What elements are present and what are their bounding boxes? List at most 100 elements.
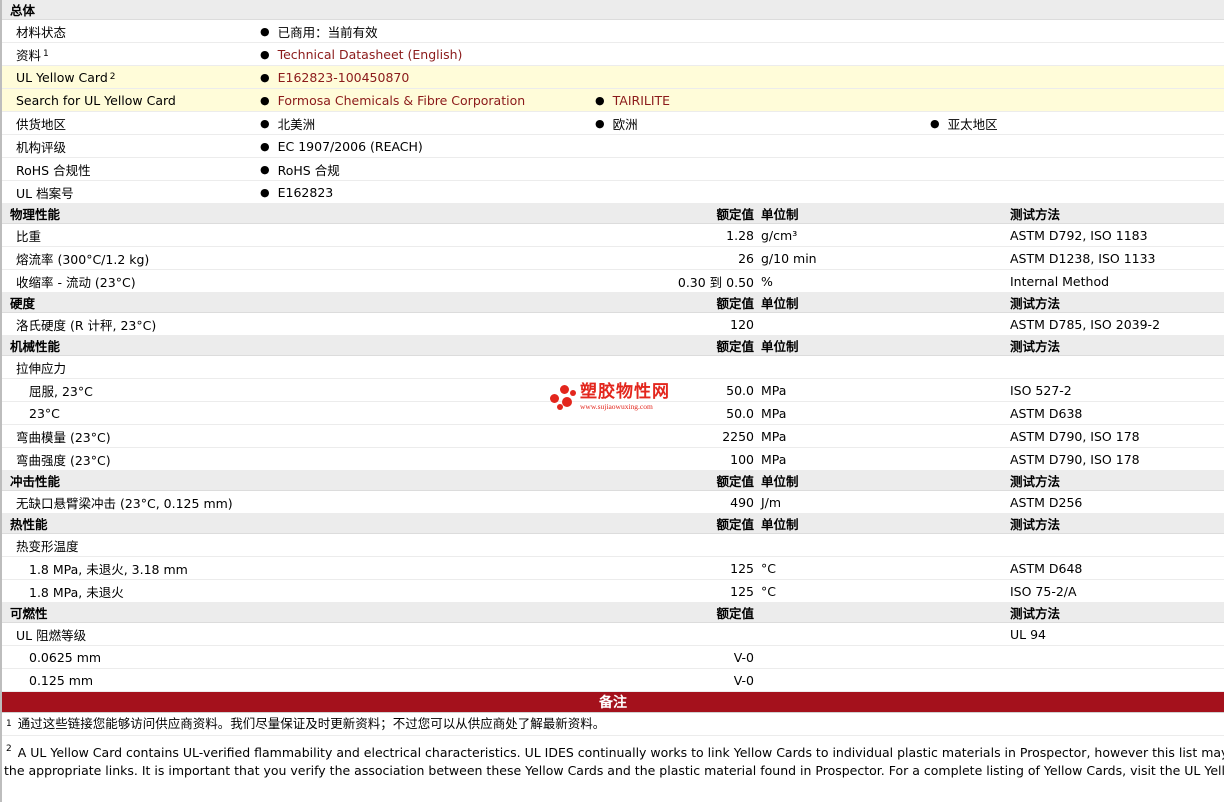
row-label-text: UL 档案号 <box>16 185 74 201</box>
header-nominal: 额定值 <box>716 296 754 311</box>
property-row: 弯曲强度 (23°C) 100 MPa ASTM D790, ISO 178 <box>2 448 1224 471</box>
property-label: 无缺口悬臂梁冲击 (23°C, 0.125 mm) <box>16 495 233 511</box>
property-row: 收缩率 - 流动 (23°C) 0.30 到 0.50% Internal Meth… <box>2 270 1224 293</box>
property-label: 收缩率 - 流动 (23°C) <box>16 274 136 290</box>
header-method: 测试方法 <box>1010 474 1061 489</box>
notes-section: 备注 1 通过这些链接您能够访问供应商资料。我们尽量保证及时更新资料；不过您可以… <box>2 692 1224 780</box>
property-method: Internal Method <box>1010 273 1110 289</box>
watermark-url: www.sujiaowuxing.com <box>580 402 653 411</box>
general-row: 供货地区 ● 北美洲 ● 欧洲 ● 亚太地区 <box>2 112 1224 135</box>
header-nominal: 额定值 <box>716 474 754 489</box>
bullet-icon: ● <box>595 93 605 107</box>
section-header-general: 总体 <box>2 0 1224 20</box>
row-label: RoHS 合规性 <box>16 158 91 180</box>
property-unit: MPa <box>761 428 787 444</box>
bullet-icon: ● <box>260 93 270 107</box>
bullet-icon: ● <box>260 47 270 61</box>
properties-sections: 物理性能 额定值 单位制 测试方法 比重 1.28 g/cm³ ASTM D792, ISO … <box>2 204 1224 692</box>
bullet-icon: ● <box>260 70 270 84</box>
notes-title: 备注 <box>2 692 1224 713</box>
property-nominal: 100 <box>730 451 754 467</box>
bullet-icon: ● <box>930 116 940 130</box>
value-link[interactable]: Technical Datasheet (English) <box>278 47 463 62</box>
property-method: ASTM D256 <box>1010 494 1083 510</box>
row-value: ● Formosa Chemicals & Fibre Corporation <box>260 89 525 111</box>
header-nominal: 额定值 <box>716 339 754 354</box>
note-2: 2 A UL Yellow Card contains UL-verified f… <box>2 736 1224 780</box>
bullet-icon: ● <box>260 24 270 38</box>
section-title: 总体 <box>10 3 36 18</box>
header-unit: 单位制 <box>761 296 799 311</box>
header-method: 测试方法 <box>1010 296 1061 311</box>
property-method: ISO 527-2 <box>1010 382 1072 398</box>
general-row: RoHS 合规性 ● RoHS 合规 <box>2 158 1224 181</box>
section-title: 冲击性能 <box>10 474 61 489</box>
value-link[interactable]: Formosa Chemicals & Fibre Corporation <box>278 93 526 108</box>
bullet-icon: ● <box>260 185 270 199</box>
property-nominal: 0.30 到 0.50 <box>677 274 754 290</box>
section-title: 可燃性 <box>10 606 48 621</box>
section-title: 物理性能 <box>10 207 61 222</box>
row-value: ● 亚太地区 <box>930 112 998 134</box>
value-text: 已商用：当前有效 <box>277 24 378 40</box>
header-nominal: 额定值 <box>716 207 754 222</box>
header-unit: 单位制 <box>761 339 799 354</box>
property-label: 熔流率 (300°C/1.2 kg) <box>16 251 150 267</box>
value-text: RoHS 合规 <box>277 162 340 178</box>
property-row: 0.125 mm V-0 <box>2 669 1224 692</box>
row-label-text: 机构评级 <box>16 139 67 155</box>
property-nominal: 125 <box>730 583 754 599</box>
header-method: 测试方法 <box>1010 517 1061 532</box>
row-value: ● EC 1907/2006 (REACH) <box>260 135 423 157</box>
property-nominal: 26 <box>738 250 754 266</box>
general-section: 总体材料状态 ● 已商用：当前有效资料 1 ● Technical Datasheet (… <box>2 0 1224 204</box>
general-row: UL 档案号 ● E162823 <box>2 181 1224 204</box>
property-label: 拉伸应力 <box>16 360 67 376</box>
row-value: ● TAIRILITE <box>595 89 670 111</box>
bullet-icon: ● <box>260 116 270 130</box>
watermark-logo: 塑胶物性网 www.sujiaowuxing.com <box>550 382 670 412</box>
property-method: ASTM D648 <box>1010 560 1083 576</box>
row-label: 资料 1 <box>16 43 49 65</box>
property-method: ISO 75-2/A <box>1010 583 1077 599</box>
property-nominal: V-0 <box>733 649 754 665</box>
property-unit: % <box>761 273 773 289</box>
row-label: UL Yellow Card 2 <box>16 66 116 88</box>
property-label: 23°C <box>29 405 60 421</box>
value-text: EC 1907/2006 (REACH) <box>277 138 423 154</box>
watermark-dots-icon <box>550 382 576 412</box>
property-label: 弯曲强度 (23°C) <box>16 452 111 468</box>
footnote-ref: 1 <box>43 49 49 59</box>
bullet-icon: ● <box>595 116 605 130</box>
property-nominal: V-0 <box>733 672 754 688</box>
value-link[interactable]: E162823-100450870 <box>278 70 410 85</box>
property-method: ASTM D638 <box>1010 405 1083 421</box>
property-unit: g/10 min <box>761 250 817 266</box>
bullet-icon: ● <box>260 139 270 153</box>
section-header: 物理性能 额定值 单位制 测试方法 <box>2 204 1224 224</box>
row-value: ● 欧洲 <box>595 112 638 134</box>
property-nominal: 2250 <box>722 428 754 444</box>
header-unit: 单位制 <box>761 474 799 489</box>
property-row: 0.0625 mm V-0 <box>2 646 1224 669</box>
note-1: 1 通过这些链接您能够访问供应商资料。我们尽量保证及时更新资料；不过您可以从供应… <box>2 713 1224 736</box>
property-unit: J/m <box>761 494 782 510</box>
row-value: ● 已商用：当前有效 <box>260 20 378 42</box>
property-row: 拉伸应力 <box>2 356 1224 379</box>
watermark-title: 塑胶物性网 <box>580 382 670 402</box>
property-unit: °C <box>761 560 776 576</box>
property-label: 1.8 MPa, 未退火, 3.18 mm <box>29 561 188 577</box>
header-method: 测试方法 <box>1010 207 1061 222</box>
datasheet-page: 总体材料状态 ● 已商用：当前有效资料 1 ● Technical Datasheet (… <box>0 0 1224 802</box>
note-2-number: 2 <box>6 744 12 754</box>
section-header: 热性能 额定值 单位制 测试方法 <box>2 514 1224 534</box>
property-row: 洛氏硬度 (R 计秤, 23°C) 120 ASTM D785, ISO 2039-… <box>2 313 1224 336</box>
section-header: 硬度 额定值 单位制 测试方法 <box>2 293 1224 313</box>
row-label-text: 材料状态 <box>16 24 67 40</box>
property-nominal: 125 <box>730 560 754 576</box>
property-label: 热变形温度 <box>16 538 79 554</box>
value-link[interactable]: TAIRILITE <box>613 93 670 108</box>
general-row: UL Yellow Card 2 ● E162823-100450870 <box>2 66 1224 89</box>
section-title: 硬度 <box>10 296 36 311</box>
section-header: 机械性能 额定值 单位制 测试方法 <box>2 336 1224 356</box>
